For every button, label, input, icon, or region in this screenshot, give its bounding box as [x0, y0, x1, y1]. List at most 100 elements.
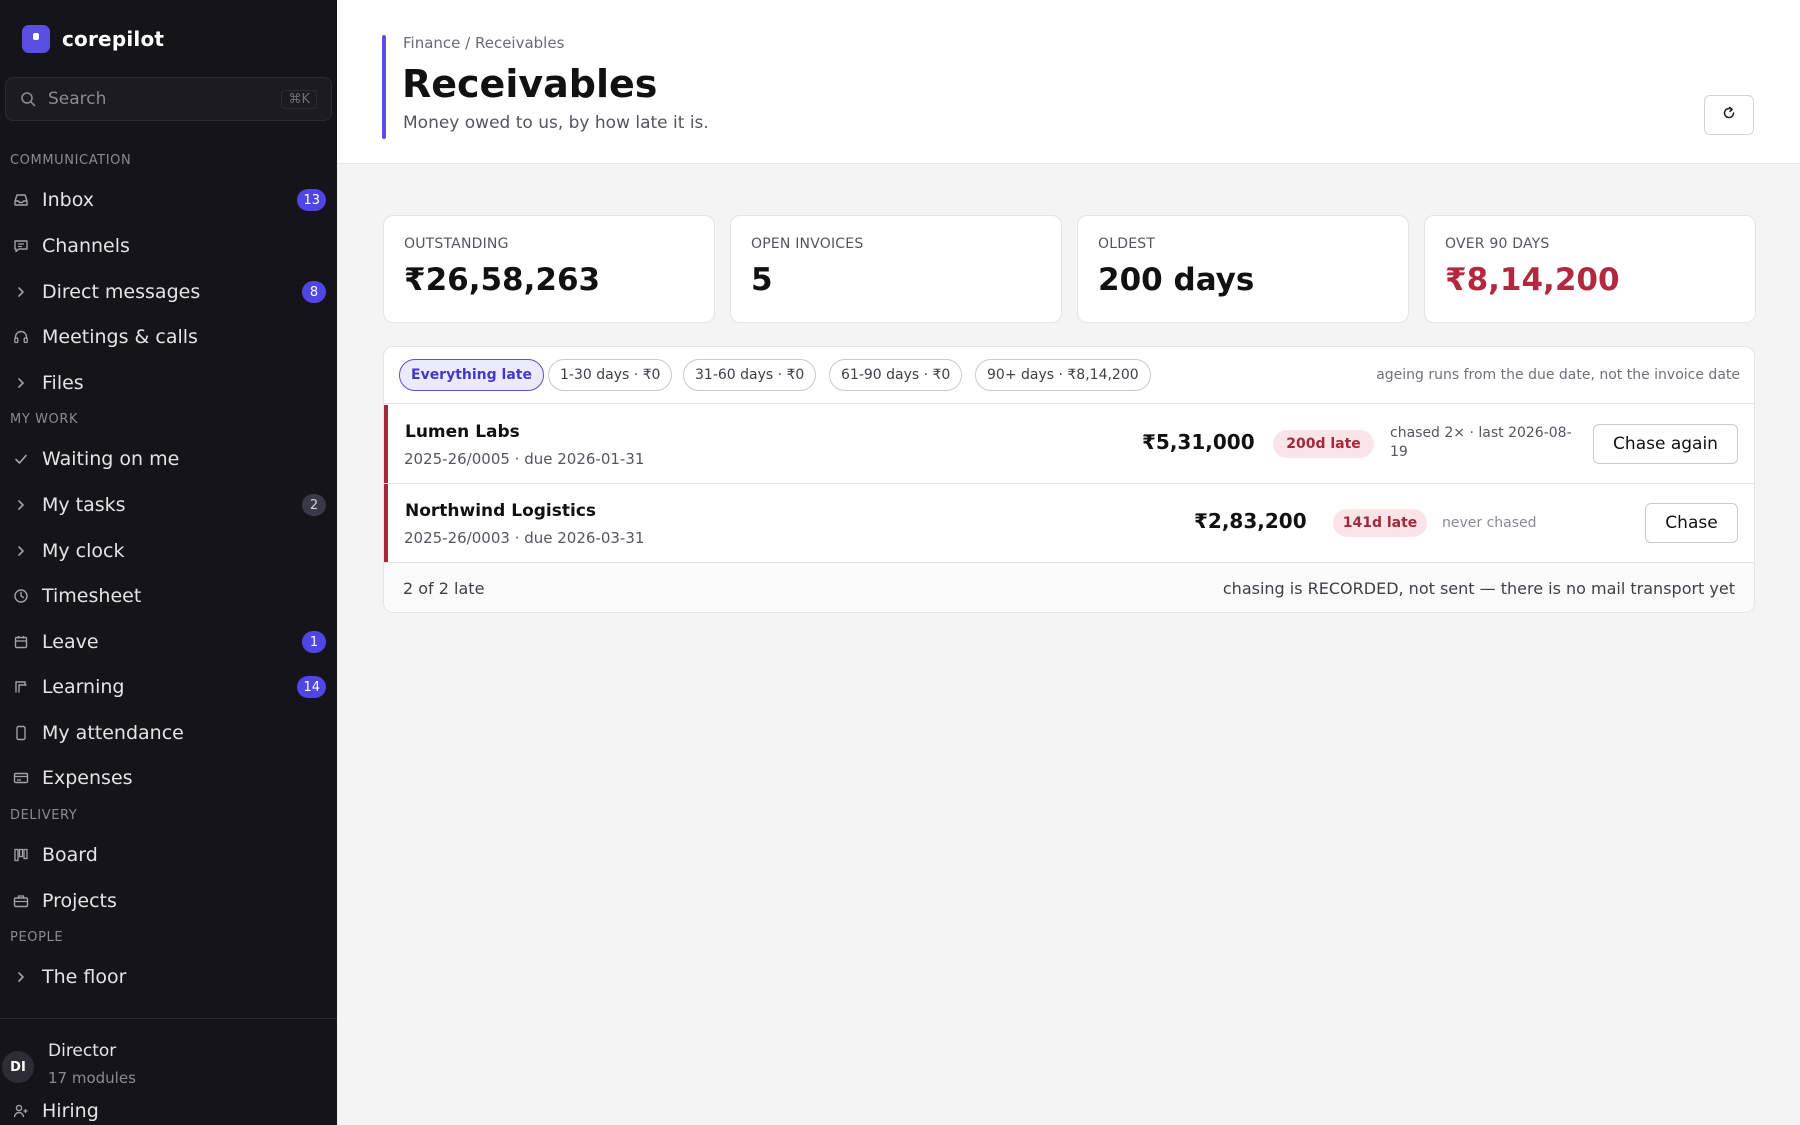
search-shortcut: ⌘K [281, 89, 317, 109]
chevron-right-icon [12, 968, 30, 986]
sidebar-item-hiring[interactable]: Hiring [12, 1100, 99, 1122]
chevron-right-icon [12, 542, 30, 560]
book-icon [12, 678, 30, 696]
sidebar-item-projects[interactable]: Projects [0, 881, 337, 921]
chevron-right-icon [12, 283, 30, 301]
avatar[interactable]: DI [2, 1051, 34, 1083]
brand[interactable]: corepilot [22, 25, 164, 53]
chase-status: chased 2× · last 2026-08-19 [1390, 425, 1572, 460]
clock-icon [12, 587, 30, 605]
sidebar-item-my-tasks[interactable]: My tasks 2 [0, 485, 337, 525]
stat-label: OVER 90 DAYS [1445, 236, 1550, 252]
search-placeholder: Search [48, 89, 107, 109]
stat-value: 5 [751, 262, 773, 298]
stat-value: ₹8,14,200 [1445, 262, 1620, 298]
sidebar-item-label: Board [42, 844, 98, 866]
sidebar-item-label: Learning [42, 676, 125, 698]
sidebar-item-label: Waiting on me [42, 448, 180, 470]
refresh-button[interactable] [1704, 95, 1754, 135]
invoice-meta: 2025-26/0005 · due 2026-01-31 [404, 450, 645, 468]
sidebar-item-direct-messages[interactable]: Direct messages 8 [0, 272, 337, 312]
table-row: Lumen Labs 2025-26/0005 · due 2026-01-31… [384, 405, 1754, 484]
customer-name: Northwind Logistics [405, 501, 597, 521]
section-label-people: PEOPLE [10, 930, 64, 945]
late-row-accent [384, 405, 388, 483]
sidebar-item-my-clock[interactable]: My clock [0, 531, 337, 571]
sidebar-footer-divider [0, 1018, 337, 1019]
phone-icon [12, 724, 30, 742]
briefcase-icon [12, 892, 30, 910]
sidebar-item-label: Projects [42, 890, 117, 912]
learning-count-badge: 14 [297, 676, 326, 698]
filter-chip-31-60-days[interactable]: 31-60 days · ₹0 [683, 359, 817, 391]
sidebar-item-channels[interactable]: Channels [0, 226, 337, 266]
sidebar-item-label: Timesheet [42, 585, 142, 607]
sidebar-item-label: Files [42, 372, 84, 394]
filter-chip-everything-late[interactable]: Everything late [399, 359, 544, 391]
chase-button[interactable]: Chase [1645, 503, 1738, 543]
user-name: Director [48, 1041, 117, 1061]
calendar-icon [12, 633, 30, 651]
sidebar-item-label: Hiring [42, 1100, 99, 1122]
header-accent-bar [382, 35, 386, 139]
user-plus-icon [12, 1102, 30, 1120]
sidebar-item-expenses[interactable]: Expenses [0, 758, 337, 798]
late-badge: 200d late [1273, 430, 1374, 458]
sidebar-item-board[interactable]: Board [0, 835, 337, 875]
table-row: Northwind Logistics 2025-26/0003 · due 2… [384, 484, 1754, 563]
stat-card-outstanding: OUTSTANDING ₹26,58,263 [383, 215, 715, 323]
sidebar-item-files[interactable]: Files [0, 363, 337, 403]
sidebar-item-label: My clock [42, 540, 125, 562]
leave-count-badge: 1 [302, 631, 326, 653]
filter-chip-1-30-days[interactable]: 1-30 days · ₹0 [548, 359, 673, 391]
my-tasks-count-badge: 2 [302, 494, 326, 516]
sidebar-item-label: My tasks [42, 494, 126, 516]
chase-status: never chased [1442, 515, 1537, 531]
sidebar-item-my-attendance[interactable]: My attendance [0, 713, 337, 753]
direct-messages-count-badge: 8 [302, 281, 326, 303]
sidebar-item-label: Leave [42, 631, 99, 653]
sidebar-item-inbox[interactable]: Inbox 13 [0, 180, 337, 220]
sidebar-item-label: Meetings & calls [42, 326, 198, 348]
sidebar-item-label: Channels [42, 235, 130, 257]
page-header: Finance / Receivables Receivables Money … [337, 0, 1800, 164]
sidebar-item-the-floor[interactable]: The floor [0, 957, 337, 997]
stat-card-oldest: OLDEST 200 days [1077, 215, 1409, 323]
chase-again-button[interactable]: Chase again [1593, 424, 1738, 464]
search-input[interactable]: Search ⌘K [5, 77, 332, 121]
sidebar-item-meetings[interactable]: Meetings & calls [0, 317, 337, 357]
breadcrumb[interactable]: Finance / Receivables [403, 34, 564, 52]
receivables-panel: Everything late 1-30 days · ₹0 31-60 day… [383, 346, 1755, 613]
ageing-note: ageing runs from the due date, not the i… [1376, 367, 1740, 383]
stat-value: 200 days [1098, 262, 1255, 298]
stat-card-over-90-days: OVER 90 DAYS ₹8,14,200 [1424, 215, 1756, 323]
sidebar-item-label: Inbox [42, 189, 94, 211]
section-label-my-work: MY WORK [10, 412, 79, 427]
inbox-icon [12, 191, 30, 209]
user-modules: 17 modules [48, 1069, 136, 1087]
sidebar-item-leave[interactable]: Leave 1 [0, 622, 337, 662]
stat-value: ₹26,58,263 [404, 262, 601, 298]
page-subtitle: Money owed to us, by how late it is. [403, 113, 709, 133]
sidebar: corepilot Search ⌘K COMMUNICATION Inbox … [0, 0, 337, 1125]
filter-chip-90-plus-days[interactable]: 90+ days · ₹8,14,200 [975, 359, 1151, 391]
late-count: 2 of 2 late [403, 579, 485, 598]
stat-label: OUTSTANDING [404, 236, 509, 252]
invoice-amount: ₹5,31,000 [1142, 430, 1255, 454]
panel-footer: 2 of 2 late chasing is RECORDED, not sen… [384, 563, 1754, 612]
sidebar-item-learning[interactable]: Learning 14 [0, 667, 337, 707]
sidebar-item-waiting-on-me[interactable]: Waiting on me [0, 439, 337, 479]
sidebar-item-label: Direct messages [42, 281, 201, 303]
sidebar-item-timesheet[interactable]: Timesheet [0, 576, 337, 616]
inbox-count-badge: 13 [297, 189, 326, 211]
customer-name: Lumen Labs [405, 422, 520, 442]
sidebar-item-label: Expenses [42, 767, 133, 789]
brand-logo-icon [22, 25, 50, 53]
sidebar-item-label: My attendance [42, 722, 184, 744]
filter-chip-61-90-days[interactable]: 61-90 days · ₹0 [829, 359, 963, 391]
refresh-icon [1721, 105, 1737, 125]
invoice-meta: 2025-26/0003 · due 2026-03-31 [404, 529, 645, 547]
headset-icon [12, 328, 30, 346]
page-title: Receivables [402, 62, 658, 106]
board-icon [12, 846, 30, 864]
